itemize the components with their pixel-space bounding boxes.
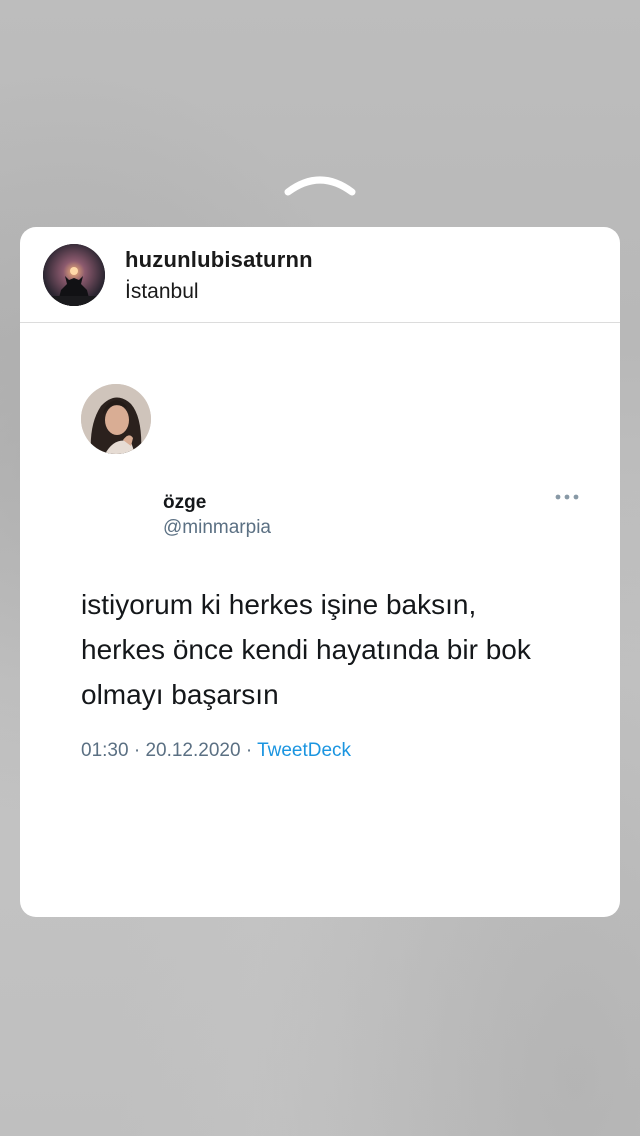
account-username[interactable]: huzunlubisaturnn (125, 247, 313, 273)
meta-separator: · (245, 740, 253, 761)
chevron-up-icon[interactable] (284, 172, 356, 198)
tweet-author-avatar (81, 384, 151, 454)
tweet-text-line: istiyorum ki herkes işine baksın, (81, 589, 477, 620)
tweet-date: 20.12.2020 (145, 740, 241, 761)
tweet-metadata: 01:30 · 20.12.2020 · TweetDeck (81, 740, 351, 762)
tweet-time: 01:30 (81, 740, 129, 761)
tweet-text: istiyorum ki herkes işine baksın, herkes… (81, 582, 581, 717)
meta-separator: · (133, 740, 141, 761)
tweet-source: TweetDeck (257, 740, 352, 761)
preview-card[interactable]: huzunlubisaturnn İstanbul özge @minmarpi… (20, 227, 620, 917)
more-horizontal-icon (555, 494, 579, 500)
tweet-author-name: özge (163, 492, 207, 513)
tweet-author-handle: @minmarpia (163, 517, 271, 538)
card-header: huzunlubisaturnn İstanbul (20, 227, 620, 323)
tweet-text-line: olmayı başarsın (81, 679, 279, 710)
tweet-text-line: herkes önce kendi hayatında bir bok (81, 634, 531, 665)
account-location[interactable]: İstanbul (125, 280, 199, 304)
avatar[interactable] (43, 244, 105, 306)
